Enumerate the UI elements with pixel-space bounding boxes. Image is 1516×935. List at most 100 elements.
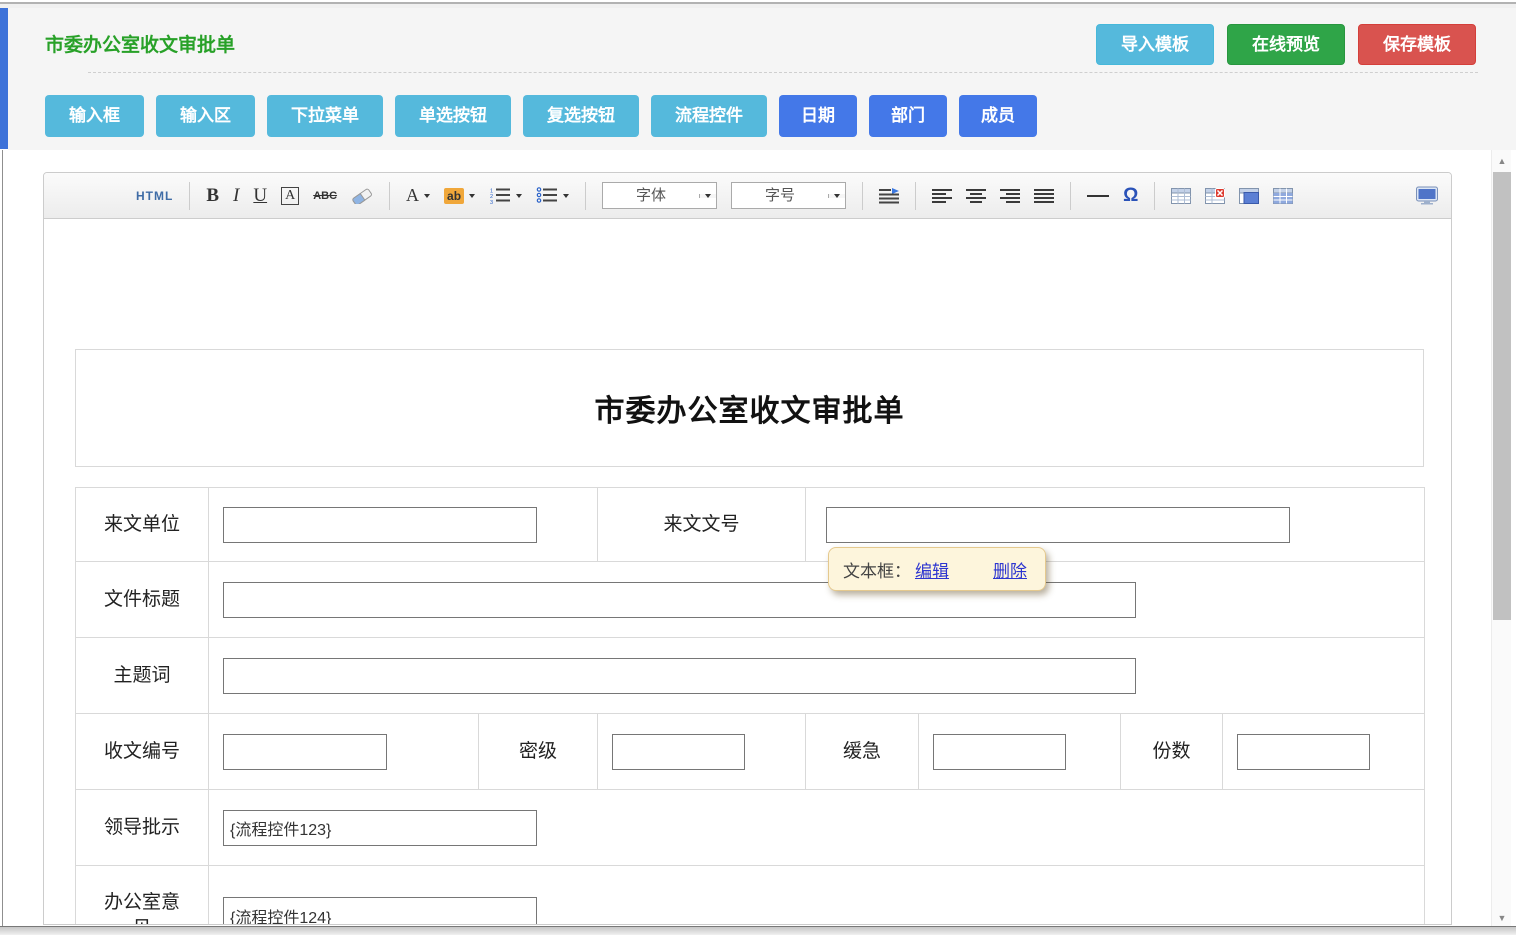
delete-widget-link[interactable]: 删除 xyxy=(993,557,1027,582)
font-frame-icon[interactable]: A xyxy=(281,187,299,205)
cell-properties-icon[interactable] xyxy=(1239,188,1259,204)
table-style-icon[interactable] xyxy=(1273,188,1293,204)
edit-widget-link[interactable]: 编辑 xyxy=(915,557,949,582)
delete-table-icon[interactable] xyxy=(1205,188,1225,204)
secrecy-input[interactable] xyxy=(612,734,745,770)
widget-dropdown-button[interactable]: 下拉菜单 xyxy=(267,95,383,137)
table-row: 领导批示 xyxy=(76,790,1425,866)
widget-context-tooltip: 文本框： 编辑 删除 xyxy=(828,547,1046,591)
copies-cell xyxy=(1223,714,1425,790)
fullscreen-icon[interactable] xyxy=(1415,186,1439,205)
widget-textarea-button[interactable]: 输入区 xyxy=(156,95,255,137)
align-center-icon[interactable] xyxy=(966,188,986,204)
office-opinion-label: 办公室意见 xyxy=(76,866,209,926)
table-row: 来文单位 来文文号 xyxy=(76,488,1425,562)
chevron-down-icon xyxy=(834,194,840,198)
align-right-icon[interactable] xyxy=(1000,188,1020,204)
toolbar-separator xyxy=(189,182,190,210)
font-color-icon[interactable]: A xyxy=(406,185,430,206)
editor-toolbar: HTML B I U A ABC A ab 123 字体 字号 xyxy=(44,173,1451,219)
toolbar-separator xyxy=(1154,182,1155,210)
horizontal-scrollbar[interactable] xyxy=(0,926,1516,935)
leader-note-label: 领导批示 xyxy=(76,790,209,866)
widget-department-button[interactable]: 部门 xyxy=(869,95,947,137)
table-row: 主题词 xyxy=(76,638,1425,714)
urgency-input[interactable] xyxy=(933,734,1066,770)
page-title: 市委办公室收文审批单 xyxy=(45,30,235,57)
eraser-icon[interactable] xyxy=(351,188,373,204)
copies-label: 份数 xyxy=(1121,714,1223,790)
widget-member-button[interactable]: 成员 xyxy=(959,95,1037,137)
source-unit-label: 来文单位 xyxy=(76,488,209,562)
widget-date-button[interactable]: 日期 xyxy=(779,95,857,137)
chevron-down-icon xyxy=(705,194,711,198)
vertical-scrollbar[interactable]: ▲ ▼ xyxy=(1491,150,1511,926)
select-dropdown-button[interactable] xyxy=(828,194,845,198)
chevron-down-icon xyxy=(424,194,430,198)
align-justify-icon[interactable] xyxy=(1034,188,1054,204)
subject-input[interactable] xyxy=(223,658,1136,694)
doc-number-input[interactable] xyxy=(826,507,1290,543)
content-left-border xyxy=(2,150,3,926)
align-left-icon[interactable] xyxy=(932,188,952,204)
toolbar-separator xyxy=(389,182,390,210)
scroll-up-arrow-icon[interactable]: ▲ xyxy=(1492,156,1512,166)
highlight-icon[interactable]: ab xyxy=(444,188,475,204)
select-dropdown-button[interactable] xyxy=(699,194,716,198)
scroll-down-arrow-icon[interactable]: ▼ xyxy=(1492,913,1512,923)
source-unit-input[interactable] xyxy=(223,507,537,543)
urgency-cell xyxy=(919,714,1121,790)
strikethrough-icon[interactable]: ABC xyxy=(313,190,337,202)
widget-checkbox-button[interactable]: 复选按钮 xyxy=(523,95,639,137)
widget-toolbar: 输入框 输入区 下拉菜单 单选按钮 复选按钮 流程控件 日期 部门 成员 xyxy=(45,95,1037,137)
toolbar-separator xyxy=(915,182,916,210)
subject-label: 主题词 xyxy=(76,638,209,714)
receive-no-input[interactable] xyxy=(223,734,387,770)
table-row: 收文编号 密级 缓急 份数 xyxy=(76,714,1425,790)
html-source-icon[interactable]: HTML xyxy=(136,189,173,203)
italic-icon[interactable]: I xyxy=(233,185,239,207)
horizontal-rule-icon[interactable] xyxy=(1087,195,1109,197)
ordered-list-icon[interactable]: 123 xyxy=(489,187,522,204)
import-template-button[interactable]: 导入模板 xyxy=(1096,24,1214,65)
leader-note-input[interactable] xyxy=(223,810,537,846)
header-divider xyxy=(88,72,1478,73)
window-top-edge xyxy=(0,0,1516,8)
vertical-scrollbar-thumb[interactable] xyxy=(1493,172,1511,620)
toolbar-separator xyxy=(862,182,863,210)
doc-title-cell xyxy=(209,562,1425,638)
rich-text-editor: HTML B I U A ABC A ab 123 字体 字号 xyxy=(43,172,1452,925)
copies-input[interactable] xyxy=(1237,734,1370,770)
form-title: 市委办公室收文审批单 xyxy=(595,386,905,430)
online-preview-button[interactable]: 在线预览 xyxy=(1227,24,1345,65)
toolbar-separator xyxy=(1070,182,1071,210)
omega-icon[interactable]: Ω xyxy=(1123,185,1138,207)
form-title-cell: 市委办公室收文审批单 xyxy=(75,349,1424,467)
insert-table-icon[interactable] xyxy=(1171,188,1191,204)
table-row: 办公室意见 xyxy=(76,866,1425,926)
urgency-label: 缓急 xyxy=(806,714,919,790)
widget-flow-control-button[interactable]: 流程控件 xyxy=(651,95,767,137)
indent-icon[interactable] xyxy=(879,188,899,204)
subject-cell xyxy=(209,638,1425,714)
approval-form-table: 来文单位 来文文号 文件标题 主题词 xyxy=(75,487,1425,925)
underline-icon[interactable]: U xyxy=(253,185,267,207)
editor-canvas[interactable]: 市委办公室收文审批单 来文单位 来文文号 文件标题 xyxy=(44,219,1451,925)
unordered-list-icon[interactable] xyxy=(536,187,569,204)
widget-radio-button[interactable]: 单选按钮 xyxy=(395,95,511,137)
bold-icon[interactable]: B xyxy=(206,185,219,207)
widget-input-box-button[interactable]: 输入框 xyxy=(45,95,144,137)
chevron-down-icon xyxy=(516,194,522,198)
office-opinion-input[interactable] xyxy=(223,897,537,926)
background-window-edge xyxy=(0,8,8,149)
receive-no-label: 收文编号 xyxy=(76,714,209,790)
page-header: 市委办公室收文审批单 导入模板 在线预览 保存模板 输入框 输入区 下拉菜单 单… xyxy=(8,8,1516,150)
font-family-select[interactable]: 字体 xyxy=(602,182,717,209)
save-template-button[interactable]: 保存模板 xyxy=(1358,24,1476,65)
receive-no-cell xyxy=(209,714,479,790)
svg-text:3: 3 xyxy=(490,200,493,204)
template-actions: 导入模板 在线预览 保存模板 xyxy=(1096,24,1476,65)
font-size-select[interactable]: 字号 xyxy=(731,182,846,209)
source-unit-cell xyxy=(209,488,598,562)
toolbar-separator xyxy=(585,182,586,210)
